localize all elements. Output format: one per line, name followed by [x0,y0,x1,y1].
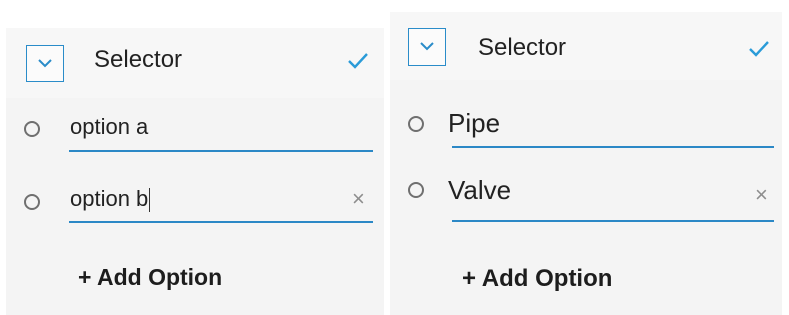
close-icon[interactable]: × [755,184,768,206]
input-underline [452,220,774,222]
selector-panel-right: Selector Pipe Valve × + Add Option [390,12,782,315]
option-input[interactable]: option b [70,186,151,213]
input-underline [69,221,373,223]
input-underline [452,146,774,148]
radio-icon[interactable] [24,121,40,137]
radio-icon[interactable] [408,182,424,198]
selector-panel-left: Selector option a option b × + Add Optio… [6,28,384,315]
option-row: option b × [6,28,384,223]
option-input[interactable]: Valve [448,175,511,206]
option-input-value: option b [70,186,149,211]
add-option-button[interactable]: + Add Option [462,265,612,293]
radio-icon[interactable] [24,194,40,210]
add-option-button[interactable]: + Add Option [78,264,222,291]
option-input[interactable]: option a [70,114,148,140]
text-cursor [149,188,151,213]
option-row: Valve × [390,12,782,222]
close-icon[interactable]: × [352,188,365,210]
radio-icon[interactable] [408,116,424,132]
input-underline [69,150,373,152]
option-input[interactable]: Pipe [448,108,500,139]
